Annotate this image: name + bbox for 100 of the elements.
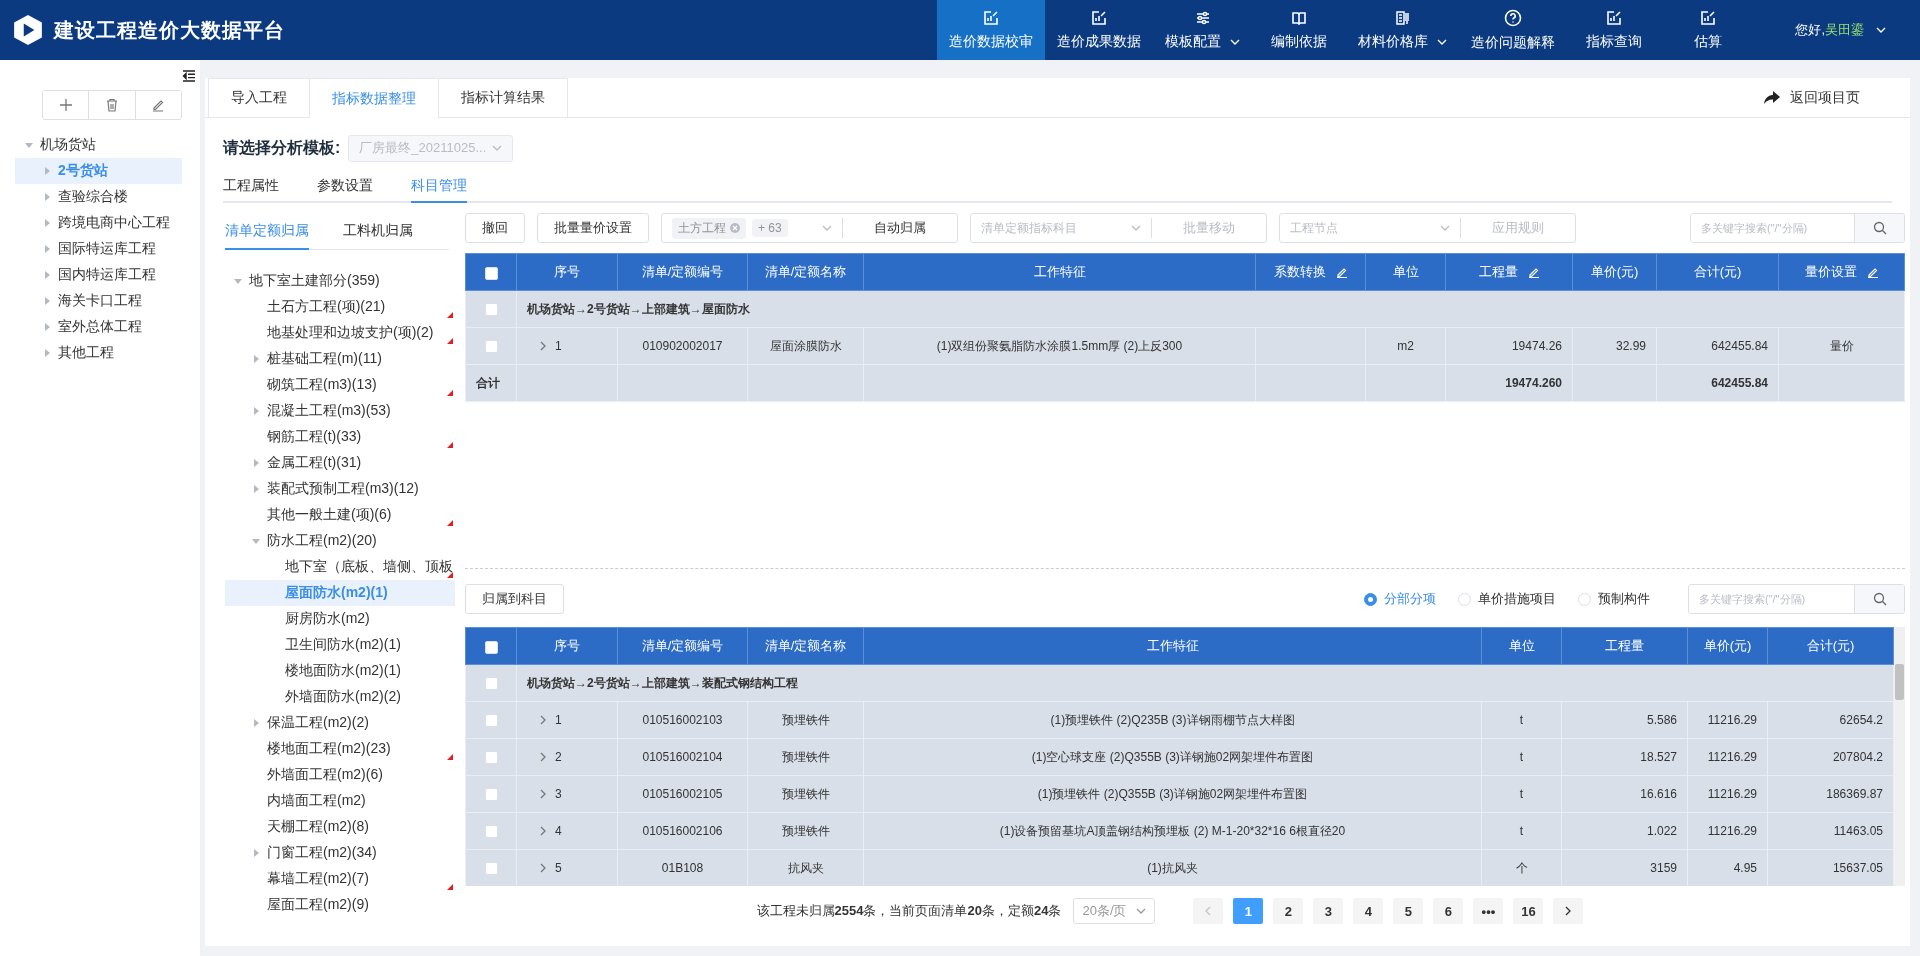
tree-item[interactable]: 装配式预制工程(m3)(12) — [225, 476, 455, 502]
tree-item[interactable]: 门窗工程(m2)(34) — [225, 840, 455, 866]
tab[interactable]: 工料机归属 — [343, 213, 413, 250]
page-button[interactable]: 3 — [1313, 898, 1344, 924]
radio-option[interactable]: 单价措施项目 — [1458, 590, 1556, 608]
caret-down-icon[interactable] — [231, 277, 245, 285]
nav-item[interactable]: 造价数据校审 — [937, 0, 1046, 60]
table-cell: 11463.05 — [1767, 812, 1894, 850]
chevron-right-icon[interactable] — [539, 752, 547, 762]
tree-item[interactable]: 其他一般土建(项)(6) — [225, 502, 455, 528]
caret-down-icon[interactable] — [22, 141, 36, 149]
nav-item[interactable]: 造价问题解释 — [1459, 0, 1568, 60]
return-link[interactable]: 返回项目页 — [1758, 78, 1866, 117]
toolbar-button[interactable]: 批量量价设置 — [537, 213, 649, 243]
chevron-right-icon[interactable] — [539, 863, 547, 873]
chevron-right-icon[interactable] — [539, 715, 547, 725]
scrollbar-thumb[interactable] — [1895, 664, 1904, 700]
search-field[interactable]: 多关键字搜索("/"分隔) — [1688, 584, 1905, 614]
next-page-button[interactable] — [1553, 898, 1584, 924]
page-button[interactable]: 2 — [1273, 898, 1304, 924]
tree-item[interactable]: 混凝土工程(m3)(53) — [225, 398, 455, 424]
tree-item[interactable]: 钢筋工程(t)(33) — [225, 424, 455, 450]
tab[interactable]: 清单定额归属 — [225, 213, 309, 250]
tree-item[interactable]: 国际特运库工程 — [15, 236, 182, 262]
page-button[interactable]: 4 — [1353, 898, 1384, 924]
tree-item[interactable]: 天棚工程(m2)(8) — [225, 814, 455, 840]
search-button[interactable] — [1854, 214, 1904, 242]
page-button[interactable]: 16 — [1513, 898, 1544, 924]
checkbox[interactable] — [484, 788, 498, 802]
tree-item[interactable]: 地下室土建部分(359) — [225, 268, 455, 294]
checkbox[interactable] — [484, 677, 498, 691]
search-field[interactable]: 多关键字搜索("/"分隔) — [1690, 213, 1905, 243]
checkbox[interactable] — [484, 714, 498, 728]
tree-item[interactable]: 楼地面工程(m2)(23) — [225, 736, 455, 762]
assign-button[interactable]: 归属到科目 — [465, 584, 564, 614]
chevron-down-icon[interactable] — [1876, 25, 1886, 35]
toolbar-button[interactable]: 撤回 — [465, 213, 525, 243]
tree-item[interactable]: 海关卡口工程 — [15, 288, 182, 314]
tree-item[interactable]: 跨境电商中心工程 — [15, 210, 182, 236]
pencil-icon[interactable] — [1335, 266, 1348, 278]
collapse-icon[interactable] — [182, 70, 196, 82]
tree-item[interactable]: 厨房防水(m2) — [225, 606, 455, 632]
column-header: 系数转换 — [1273, 263, 1326, 281]
nav-item[interactable]: 估算 — [1661, 0, 1756, 60]
radio-option[interactable]: 分部分项 — [1364, 590, 1436, 608]
search-button[interactable] — [1854, 585, 1904, 613]
nav-item[interactable]: 指标查询 — [1567, 0, 1662, 60]
tree-item[interactable]: 室外总体工程 — [15, 314, 182, 340]
tree-item[interactable]: 保温工程(m2)(2) — [225, 710, 455, 736]
table-cell: 预埋铁件 — [747, 701, 864, 739]
tree-item[interactable]: 外墙面防水(m2)(2) — [225, 684, 455, 710]
checkbox[interactable] — [484, 340, 498, 354]
caret-down-icon[interactable] — [249, 537, 263, 545]
tree-item[interactable]: 砌筑工程(m3)(13) — [225, 372, 455, 398]
tab[interactable]: 工程属性 — [223, 170, 279, 203]
tree-item[interactable]: 其他工程 — [15, 340, 182, 366]
tree-item[interactable]: 机场货站 — [15, 132, 182, 158]
checkbox[interactable] — [484, 266, 498, 280]
tab[interactable]: 指标数据整理 — [309, 78, 439, 118]
nav-item[interactable]: 模板配置 — [1153, 0, 1253, 60]
nav-item[interactable]: 材料价格库 — [1346, 0, 1460, 60]
tree-item[interactable]: 内墙面工程(m2) — [225, 788, 455, 814]
column-header: 合计(元) — [1693, 263, 1742, 281]
plus-button[interactable] — [43, 91, 90, 119]
tab[interactable]: 指标计算结果 — [438, 78, 568, 117]
checkbox[interactable] — [484, 825, 498, 839]
tab[interactable]: 参数设置 — [317, 170, 373, 203]
tree-item[interactable]: 幕墙工程(m2)(7) — [225, 866, 455, 892]
tree-item[interactable]: 屋面工程(m2)(9) — [225, 892, 455, 918]
nav-item[interactable]: 编制依据 — [1252, 0, 1347, 60]
checkbox[interactable] — [484, 303, 498, 317]
tree-item[interactable]: 国内特运库工程 — [15, 262, 182, 288]
tree-item[interactable]: 楼地面防水(m2)(1) — [225, 658, 455, 684]
page-button[interactable]: 5 — [1393, 898, 1424, 924]
chevron-right-icon[interactable] — [539, 826, 547, 836]
table-cell: 010516002104 — [617, 738, 748, 776]
radio-option[interactable]: 预制构件 — [1578, 590, 1650, 608]
tree-item[interactable]: 地基处理和边坡支护(项)(2) — [225, 320, 455, 346]
checkbox[interactable] — [484, 751, 498, 765]
tab[interactable]: 导入工程 — [208, 78, 310, 117]
tree-item[interactable]: 查验综合楼 — [15, 184, 182, 210]
tree-item[interactable]: 土石方工程(项)(21) — [225, 294, 455, 320]
tree-item[interactable]: 地下室（底板、墙侧、顶板 — [225, 554, 455, 580]
page-button[interactable]: ••• — [1473, 898, 1504, 924]
tree-item[interactable]: 防水工程(m2)(20) — [225, 528, 455, 554]
nav-item[interactable]: 造价成果数据 — [1045, 0, 1154, 60]
tree-item[interactable]: 金属工程(t)(31) — [225, 450, 455, 476]
checkbox[interactable] — [484, 862, 498, 876]
chevron-right-icon[interactable] — [539, 789, 547, 799]
pencil-icon[interactable] — [1527, 266, 1540, 278]
checkbox[interactable] — [484, 640, 498, 654]
user-name[interactable]: 吴田鎏 — [1825, 22, 1864, 37]
tree-item[interactable]: 外墙面工程(m2)(6) — [225, 762, 455, 788]
previous-page-button[interactable] — [1193, 898, 1224, 924]
tree-item[interactable]: 卫生间防水(m2)(1) — [225, 632, 455, 658]
chevron-right-icon[interactable] — [539, 341, 547, 351]
pencil-icon[interactable] — [1866, 266, 1879, 278]
page-button[interactable]: 6 — [1433, 898, 1464, 924]
tree-item[interactable]: 桩基础工程(m)(11) — [225, 346, 455, 372]
tab[interactable]: 科目管理 — [411, 170, 467, 203]
